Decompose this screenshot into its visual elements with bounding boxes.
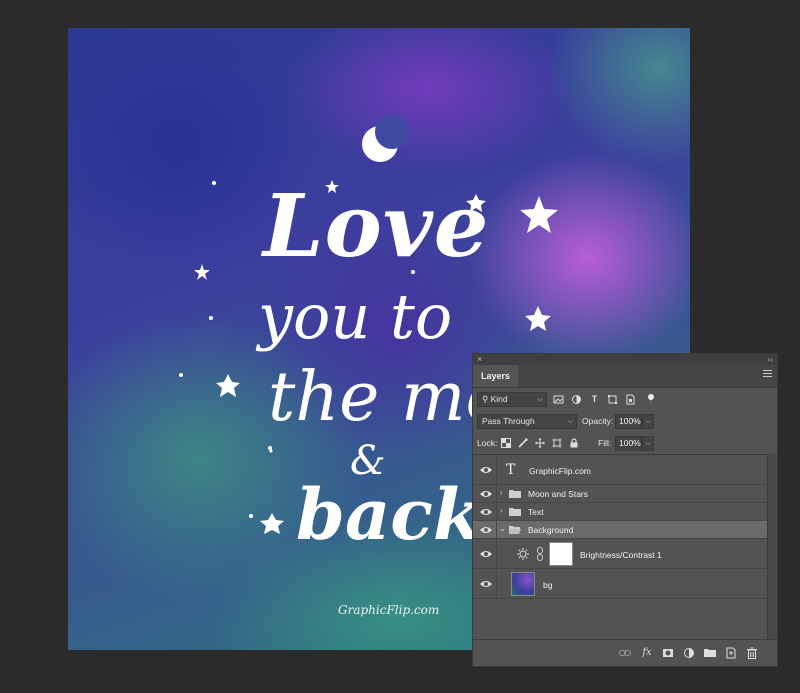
shape-filter-icon[interactable] (607, 394, 618, 405)
search-icon: ⚲ (482, 394, 491, 404)
lock-image-pixels-icon[interactable] (518, 438, 528, 448)
add-mask-icon[interactable] (662, 647, 674, 659)
brightness-icon (517, 548, 529, 560)
tab-layers[interactable]: Layers (473, 365, 519, 387)
layer-filter-row: ⚲ Kind ⌵ T (473, 390, 777, 410)
blend-row: Pass Through ⌵ Opacity: 100% ⌵ (473, 412, 777, 432)
fx-icon[interactable]: fx (641, 647, 653, 659)
eye-icon[interactable] (479, 579, 493, 589)
layer-row-bg[interactable]: bg (473, 569, 767, 599)
blend-mode-select[interactable]: Pass Through ⌵ (477, 414, 577, 429)
lock-position-icon[interactable] (535, 438, 545, 448)
layer-row-background[interactable]: ⌄ Background (473, 521, 767, 539)
new-adjustment-icon[interactable] (683, 647, 695, 659)
layers-list: T GraphicFlip.com › Moon and Stars › Tex (473, 454, 767, 643)
moon-shadow (375, 115, 409, 149)
fill-dropdown-icon[interactable]: ⌵ (642, 436, 654, 451)
eye-icon[interactable] (479, 507, 493, 517)
art-text-back: back (296, 473, 482, 556)
opacity-input[interactable]: 100% (615, 414, 642, 429)
layer-name: GraphicFlip.com (529, 466, 591, 476)
panel-title-bar[interactable]: × ‹‹ (473, 354, 777, 365)
dot-star (268, 446, 272, 450)
panel-menu-icon[interactable] (763, 370, 772, 379)
layers-scrollbar[interactable] (767, 454, 777, 642)
smart-object-filter-icon[interactable] (625, 394, 636, 405)
lock-transparent-pixels-icon[interactable] (501, 438, 511, 448)
visibility-column (473, 455, 497, 484)
chevron-down-icon: ⌵ (567, 418, 573, 425)
lock-row: Lock: Fill: 100% ⌵ (473, 434, 777, 454)
image-filter-icon[interactable] (553, 394, 564, 405)
opacity-label: Opacity: (582, 416, 614, 426)
layer-name: Brightness/Contrast 1 (580, 550, 662, 560)
layer-name: Moon and Stars (528, 489, 589, 499)
folder-icon (509, 508, 521, 516)
art-text-you-to: you to (258, 280, 453, 353)
folder-icon (509, 490, 521, 498)
lock-artboard-icon[interactable] (552, 438, 562, 448)
star-bottom-left (260, 513, 284, 534)
layer-row-text[interactable]: › Text (473, 503, 767, 521)
delete-layer-icon[interactable] (746, 647, 758, 659)
star-left (194, 264, 210, 280)
art-signature: GraphicFlip.com (338, 603, 440, 617)
lock-all-icon[interactable] (569, 438, 579, 448)
layer-name: Text (528, 507, 544, 517)
dot-star (179, 373, 183, 377)
eye-icon[interactable] (479, 525, 493, 535)
layer-thumbnail (511, 572, 535, 596)
chevron-down-icon: ⌵ (537, 396, 543, 403)
visibility-column (473, 569, 497, 598)
layer-name: bg (543, 580, 553, 590)
open-folder-icon (509, 526, 521, 534)
visibility-column (473, 485, 497, 502)
layer-row-brightness-contrast[interactable]: Brightness/Contrast 1 (473, 539, 767, 569)
dot-star (269, 449, 273, 453)
layer-row-graphicflip[interactable]: T GraphicFlip.com (473, 455, 767, 485)
large-star (520, 196, 558, 233)
blend-mode-value: Pass Through (482, 416, 535, 426)
visibility-column (473, 539, 497, 568)
filter-toggle-switch[interactable] (648, 394, 654, 404)
eye-icon[interactable] (479, 549, 493, 559)
chevron-right-icon[interactable]: › (500, 488, 503, 497)
chain-link-icon[interactable] (537, 547, 543, 561)
dot-star (212, 181, 216, 185)
star-lower-left (216, 374, 240, 397)
link-layers-icon[interactable] (619, 647, 631, 659)
visibility-column (473, 521, 497, 538)
layer-row-moon-and-stars[interactable]: › Moon and Stars (473, 485, 767, 503)
star-right (525, 306, 551, 331)
kind-label: Kind (490, 394, 508, 404)
lock-label: Lock: (477, 438, 498, 448)
collapse-panel-icon[interactable]: ‹‹ (768, 354, 773, 365)
panel-tab-bar: Layers (473, 365, 777, 388)
chevron-right-icon[interactable]: › (500, 506, 503, 515)
fill-label: Fill: (598, 438, 612, 448)
adjustment-filter-icon[interactable] (571, 394, 582, 405)
new-group-icon[interactable] (704, 647, 716, 659)
chevron-down-icon[interactable]: ⌄ (499, 524, 506, 533)
new-layer-icon[interactable] (725, 647, 737, 659)
dot-star (209, 316, 213, 320)
fill-input[interactable]: 100% (615, 436, 642, 451)
eye-icon[interactable] (479, 465, 493, 475)
layer-name: Background (528, 525, 574, 535)
eye-icon[interactable] (479, 489, 493, 499)
layers-bottom-toolbar: fx (473, 639, 777, 666)
layers-panel: × ‹‹ Layers ⚲ Kind ⌵ T Pass Through ⌵ Op… (472, 353, 778, 667)
filter-kind-select[interactable]: ⚲ Kind ⌵ (477, 392, 547, 407)
type-filter-icon[interactable]: T (589, 394, 600, 405)
dot-star (249, 514, 253, 518)
text-layer-icon: T (506, 462, 516, 478)
layer-mask-thumbnail[interactable] (549, 542, 573, 566)
opacity-dropdown-icon[interactable]: ⌵ (642, 414, 654, 429)
art-text-love: Love (263, 176, 490, 277)
visibility-column (473, 503, 497, 520)
close-panel-icon[interactable]: × (477, 354, 482, 365)
